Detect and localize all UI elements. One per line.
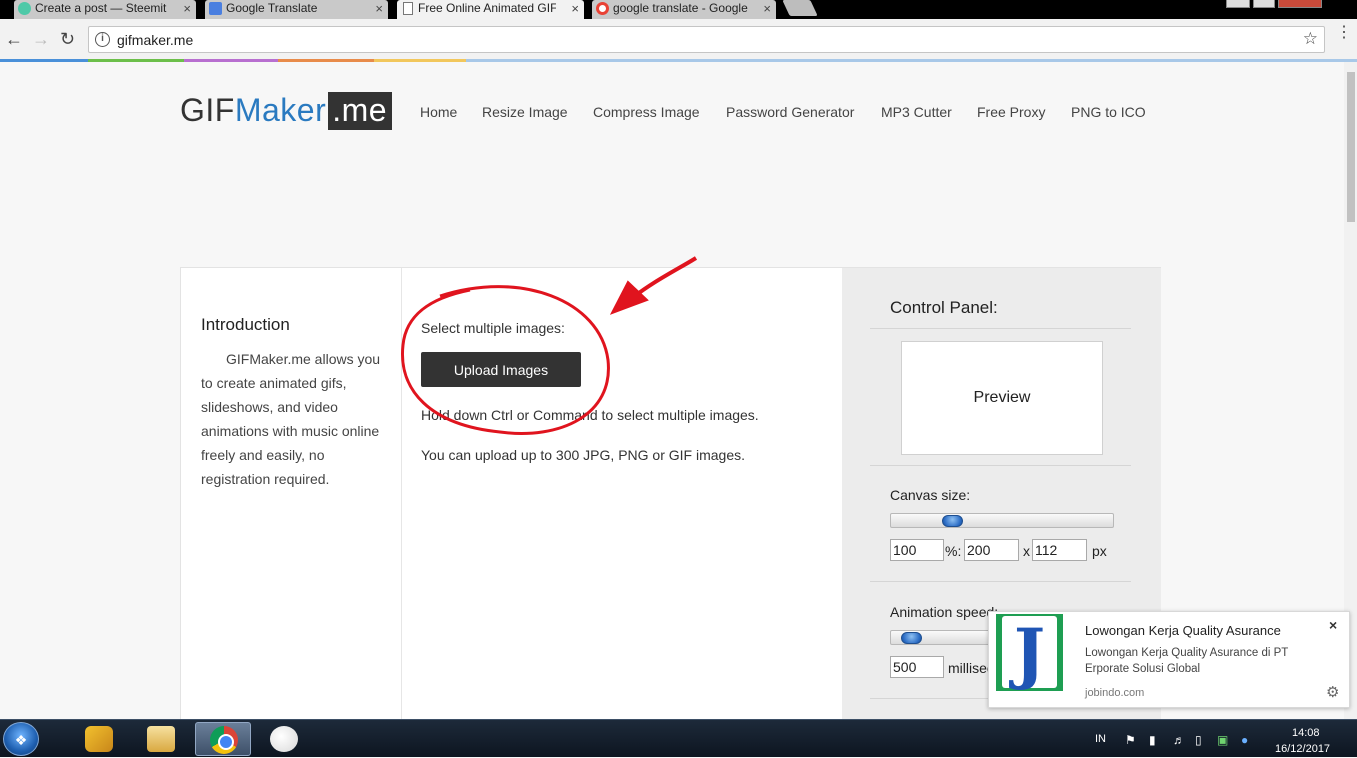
notification-popup[interactable]: J Lowongan Kerja Quality Asurance Lowong… bbox=[988, 611, 1350, 708]
bug-shield-app-icon[interactable] bbox=[72, 722, 128, 756]
jobindo-logo: J bbox=[996, 614, 1063, 691]
logo-letter: J bbox=[1002, 616, 1057, 690]
app-icon-shape bbox=[85, 726, 113, 752]
windows-start-icon[interactable]: ❖ bbox=[3, 722, 39, 756]
clock-date[interactable]: 16/12/2017 bbox=[1275, 743, 1330, 755]
paint-icon[interactable] bbox=[257, 722, 313, 756]
folder-icon bbox=[147, 726, 175, 752]
signal-icon[interactable]: ▮ bbox=[1149, 733, 1156, 747]
palette-icon bbox=[270, 726, 298, 752]
language-indicator[interactable]: IN bbox=[1095, 733, 1106, 745]
close-icon[interactable]: × bbox=[1329, 617, 1337, 633]
chrome-icon[interactable] bbox=[195, 722, 251, 756]
notification-source: jobindo.com bbox=[1085, 687, 1145, 699]
flag-icon[interactable]: ⚑ bbox=[1125, 733, 1136, 747]
file-explorer-icon[interactable] bbox=[134, 722, 190, 756]
network-icon[interactable]: ▣ bbox=[1217, 733, 1228, 747]
volume-icon[interactable]: ♬ bbox=[1173, 733, 1185, 747]
notification-title: Lowongan Kerja Quality Asurance bbox=[1085, 623, 1281, 638]
windows-taskbar: ❖ IN ⚑ ▮ ♬ ▯ ▣ ● bbox=[0, 719, 1357, 757]
battery-icon[interactable]: ▯ bbox=[1195, 733, 1202, 747]
clock-time[interactable]: 14:08 bbox=[1292, 727, 1320, 739]
update-icon[interactable]: ● bbox=[1241, 733, 1248, 747]
chrome-logo-icon bbox=[210, 726, 238, 754]
gear-icon[interactable]: ⚙ bbox=[1326, 683, 1339, 701]
notification-body: Lowongan Kerja Quality Asurance di PT Er… bbox=[1085, 647, 1289, 675]
